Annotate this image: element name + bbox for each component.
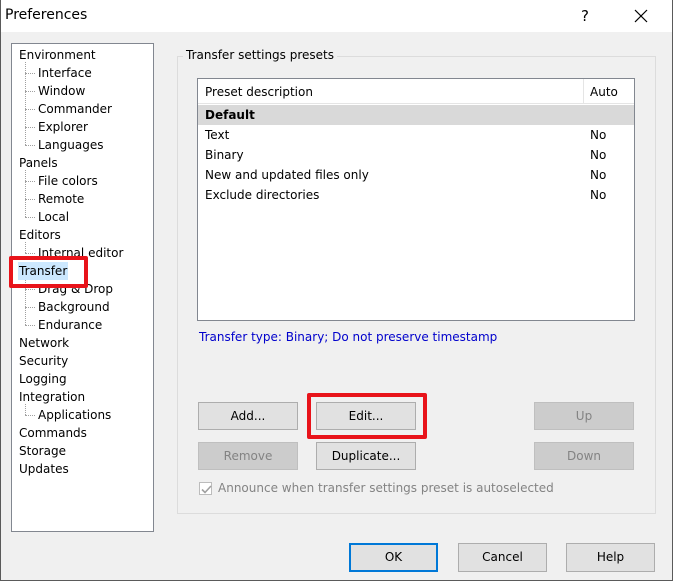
help-button[interactable]: Help bbox=[566, 543, 655, 572]
tree-connector-line bbox=[25, 170, 26, 217]
preset-auto: No bbox=[590, 148, 607, 162]
tree-connector-line bbox=[25, 62, 26, 145]
tree-item-editors[interactable]: Editors bbox=[18, 226, 62, 244]
announce-checkbox[interactable] bbox=[199, 482, 212, 495]
tree-connector-line bbox=[25, 145, 35, 146]
tree-item-languages[interactable]: Languages bbox=[37, 136, 104, 154]
column-preset-description[interactable]: Preset description bbox=[205, 85, 313, 99]
tree-connector-line bbox=[25, 217, 35, 218]
duplicate-button[interactable]: Duplicate... bbox=[316, 442, 416, 470]
tree-item-remote[interactable]: Remote bbox=[37, 190, 85, 208]
preset-row-binary[interactable]: Binary No bbox=[198, 145, 634, 165]
tree-connector-line bbox=[25, 253, 35, 254]
tree-item-logging[interactable]: Logging bbox=[18, 370, 68, 388]
tree-connector-line bbox=[25, 109, 35, 110]
transfer-type-text: Transfer type: Binary; Do not preserve t… bbox=[199, 330, 498, 344]
tree-item-panels[interactable]: Panels bbox=[18, 154, 59, 172]
preset-auto: No bbox=[590, 128, 607, 142]
tree-item-window[interactable]: Window bbox=[37, 82, 86, 100]
ok-button[interactable]: OK bbox=[349, 543, 438, 572]
tree-item-commands[interactable]: Commands bbox=[18, 424, 88, 442]
tree-item-network[interactable]: Network bbox=[18, 334, 70, 352]
preferences-tree[interactable]: Environment Interface Window Commander Explo… bbox=[11, 43, 154, 532]
help-icon[interactable]: ? bbox=[572, 5, 598, 27]
presets-list-header: Preset description Auto bbox=[198, 79, 634, 104]
preset-description: Default bbox=[205, 108, 255, 122]
add-button[interactable]: Add... bbox=[198, 402, 298, 430]
tree-item-transfer[interactable]: Transfer bbox=[18, 262, 69, 280]
preset-row-default[interactable]: Default bbox=[198, 105, 634, 125]
tree-item-drag-drop[interactable]: Drag & Drop bbox=[37, 280, 114, 298]
preset-description: New and updated files only bbox=[205, 168, 369, 182]
preset-description: Binary bbox=[205, 148, 244, 162]
tree-connector-line bbox=[25, 127, 35, 128]
tree-item-background[interactable]: Background bbox=[37, 298, 111, 316]
tree-connector-line bbox=[25, 181, 35, 182]
tree-item-internal-editor[interactable]: Internal editor bbox=[37, 244, 124, 262]
tree-item-explorer[interactable]: Explorer bbox=[37, 118, 89, 136]
tree-connector-line bbox=[25, 199, 35, 200]
remove-button[interactable]: Remove bbox=[198, 442, 298, 470]
cancel-button[interactable]: Cancel bbox=[458, 543, 547, 572]
tree-item-environment[interactable]: Environment bbox=[18, 46, 97, 64]
down-button[interactable]: Down bbox=[534, 442, 634, 470]
tree-item-security[interactable]: Security bbox=[18, 352, 69, 370]
tree-item-commander[interactable]: Commander bbox=[37, 100, 113, 118]
presets-list[interactable]: Preset description Auto Default Text No Bin… bbox=[197, 78, 635, 321]
tree-item-applications[interactable]: Applications bbox=[37, 406, 112, 424]
column-separator[interactable] bbox=[583, 79, 584, 104]
preset-row-exclude-directories[interactable]: Exclude directories No bbox=[198, 185, 634, 205]
tree-item-storage[interactable]: Storage bbox=[18, 442, 67, 460]
title-bar: Preferences ? bbox=[0, 0, 673, 32]
tree-connector-line bbox=[25, 307, 35, 308]
announce-checkbox-label: Announce when transfer settings preset i… bbox=[218, 481, 554, 495]
preset-row-text[interactable]: Text No bbox=[198, 125, 634, 145]
tree-item-interface[interactable]: Interface bbox=[37, 64, 93, 82]
checkmark-icon bbox=[201, 485, 212, 494]
preset-description: Text bbox=[205, 128, 230, 142]
tree-item-file-colors[interactable]: File colors bbox=[37, 172, 99, 190]
tree-item-updates[interactable]: Updates bbox=[18, 460, 70, 478]
tree-connector-line bbox=[25, 73, 35, 74]
tree-item-integration[interactable]: Integration bbox=[18, 388, 86, 406]
close-icon[interactable] bbox=[624, 2, 658, 30]
preset-auto: No bbox=[590, 188, 607, 202]
column-auto[interactable]: Auto bbox=[590, 85, 618, 99]
preset-row-new-and-updated-files-only[interactable]: New and updated files only No bbox=[198, 165, 634, 185]
tree-item-endurance[interactable]: Endurance bbox=[37, 316, 103, 334]
tree-connector-line bbox=[25, 289, 35, 290]
edit-button[interactable]: Edit... bbox=[316, 402, 416, 430]
preset-auto: No bbox=[590, 168, 607, 182]
presets-group-label: Transfer settings presets bbox=[183, 48, 337, 62]
tree-connector-line bbox=[25, 325, 35, 326]
tree-connector-line bbox=[25, 278, 26, 325]
tree-connector-line bbox=[25, 415, 35, 416]
window-title: Preferences bbox=[5, 7, 88, 23]
tree-connector-line bbox=[25, 91, 35, 92]
up-button[interactable]: Up bbox=[534, 402, 634, 430]
tree-item-local[interactable]: Local bbox=[37, 208, 70, 226]
preset-description: Exclude directories bbox=[205, 188, 320, 202]
